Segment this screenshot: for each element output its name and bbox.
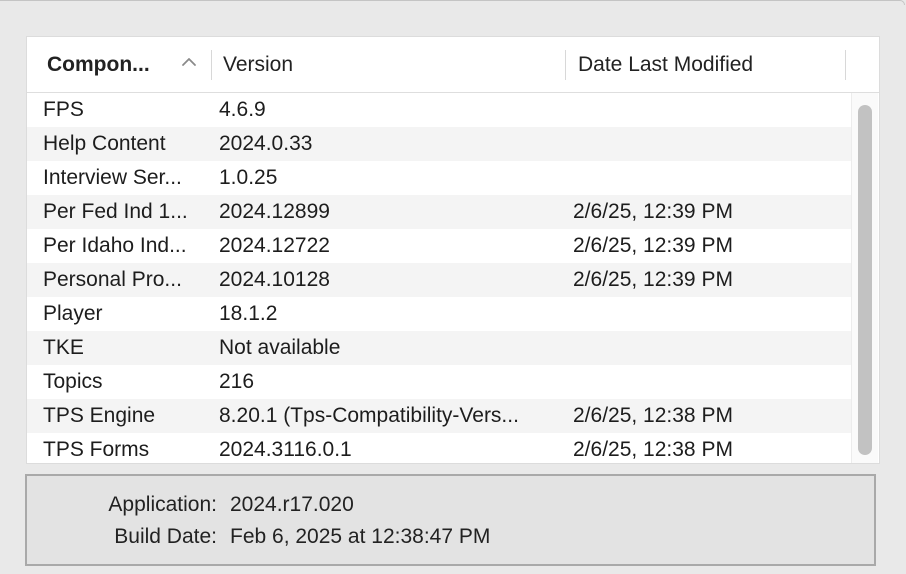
chevron-up-icon[interactable] (180, 53, 198, 71)
column-header-component-label: Compon... (47, 53, 150, 76)
component-cell: FPS (43, 98, 84, 121)
column-divider[interactable] (845, 50, 846, 80)
application-row: Application: 2024.r17.020 (27, 489, 878, 521)
date-cell: 2/6/25, 12:39 PM (573, 268, 733, 291)
date-cell: 2/6/25, 12:38 PM (573, 404, 733, 427)
component-cell: Player (43, 302, 103, 325)
build-info-box: Application: 2024.r17.020 Build Date: Fe… (25, 474, 876, 566)
column-header-date-label: Date Last Modified (578, 53, 754, 76)
version-cell: 2024.10128 (219, 268, 330, 291)
version-cell: 2024.0.33 (219, 132, 313, 155)
date-cell: 2/6/25, 12:39 PM (573, 234, 733, 257)
table-header: Compon... Version Date Last Modified (27, 37, 879, 93)
component-cell: Per Fed Ind 1... (43, 200, 188, 223)
version-cell: 2024.12899 (219, 200, 330, 223)
column-header-version-label: Version (223, 53, 294, 76)
column-divider[interactable] (565, 50, 566, 80)
table-row[interactable]: Topics 216 (27, 365, 853, 399)
component-cell: TKE (43, 336, 84, 359)
component-cell: TPS Forms (43, 438, 150, 461)
table-row[interactable]: Per Fed Ind 1... 2024.12899 2/6/25, 12:3… (27, 195, 853, 229)
about-window: Compon... Version Date Last Modified FPS… (0, 0, 906, 574)
version-cell: Not available (219, 336, 341, 359)
component-cell: Interview Ser... (43, 166, 182, 189)
version-cell: 18.1.2 (219, 302, 278, 325)
table-row[interactable]: FPS 4.6.9 (27, 93, 853, 127)
version-cell: 216 (219, 370, 255, 393)
table-row[interactable]: Personal Pro... 2024.10128 2/6/25, 12:39… (27, 263, 853, 297)
component-cell: Help Content (43, 132, 166, 155)
table-row[interactable]: Per Idaho Ind... 2024.12722 2/6/25, 12:3… (27, 229, 853, 263)
application-version: 2024.r17.020 (230, 493, 354, 516)
component-cell: Per Idaho Ind... (43, 234, 187, 257)
date-cell: 2/6/25, 12:39 PM (573, 200, 733, 223)
table-row[interactable]: TPS Engine 8.20.1 (Tps-Compatibility-Ver… (27, 399, 853, 433)
date-cell: 2/6/25, 12:38 PM (573, 438, 733, 461)
version-cell: 4.6.9 (219, 98, 266, 121)
build-date-label: Build Date: (114, 525, 217, 548)
application-label: Application: (108, 493, 217, 516)
scrollbar-thumb[interactable] (858, 105, 872, 455)
version-cell: 2024.3116.0.1 (219, 438, 352, 461)
version-cell: 1.0.25 (219, 166, 278, 189)
build-date-row: Build Date: Feb 6, 2025 at 12:38:47 PM (27, 521, 878, 553)
components-table: Compon... Version Date Last Modified FPS… (26, 36, 880, 464)
column-header-date-modified[interactable]: Date Last Modified (578, 37, 838, 92)
version-cell: 8.20.1 (Tps-Compatibility-Vers... (219, 404, 519, 427)
version-cell: 2024.12722 (219, 234, 330, 257)
column-header-component[interactable]: Compon... (47, 37, 187, 92)
component-cell: TPS Engine (43, 404, 156, 427)
table-row[interactable]: TKE Not available (27, 331, 853, 365)
table-body: FPS 4.6.9 Help Content 2024.0.33 Intervi… (27, 93, 853, 463)
build-date-value: Feb 6, 2025 at 12:38:47 PM (230, 525, 491, 548)
component-cell: Personal Pro... (43, 268, 182, 291)
column-header-version[interactable]: Version (223, 37, 553, 92)
vertical-scrollbar[interactable] (851, 93, 878, 463)
table-row[interactable]: Interview Ser... 1.0.25 (27, 161, 853, 195)
table-row[interactable]: TPS Forms 2024.3116.0.1 2/6/25, 12:38 PM (27, 433, 853, 463)
component-cell: Topics (43, 370, 103, 393)
column-divider[interactable] (211, 50, 212, 80)
table-row[interactable]: Help Content 2024.0.33 (27, 127, 853, 161)
table-row[interactable]: Player 18.1.2 (27, 297, 853, 331)
window-edge (0, 0, 905, 5)
